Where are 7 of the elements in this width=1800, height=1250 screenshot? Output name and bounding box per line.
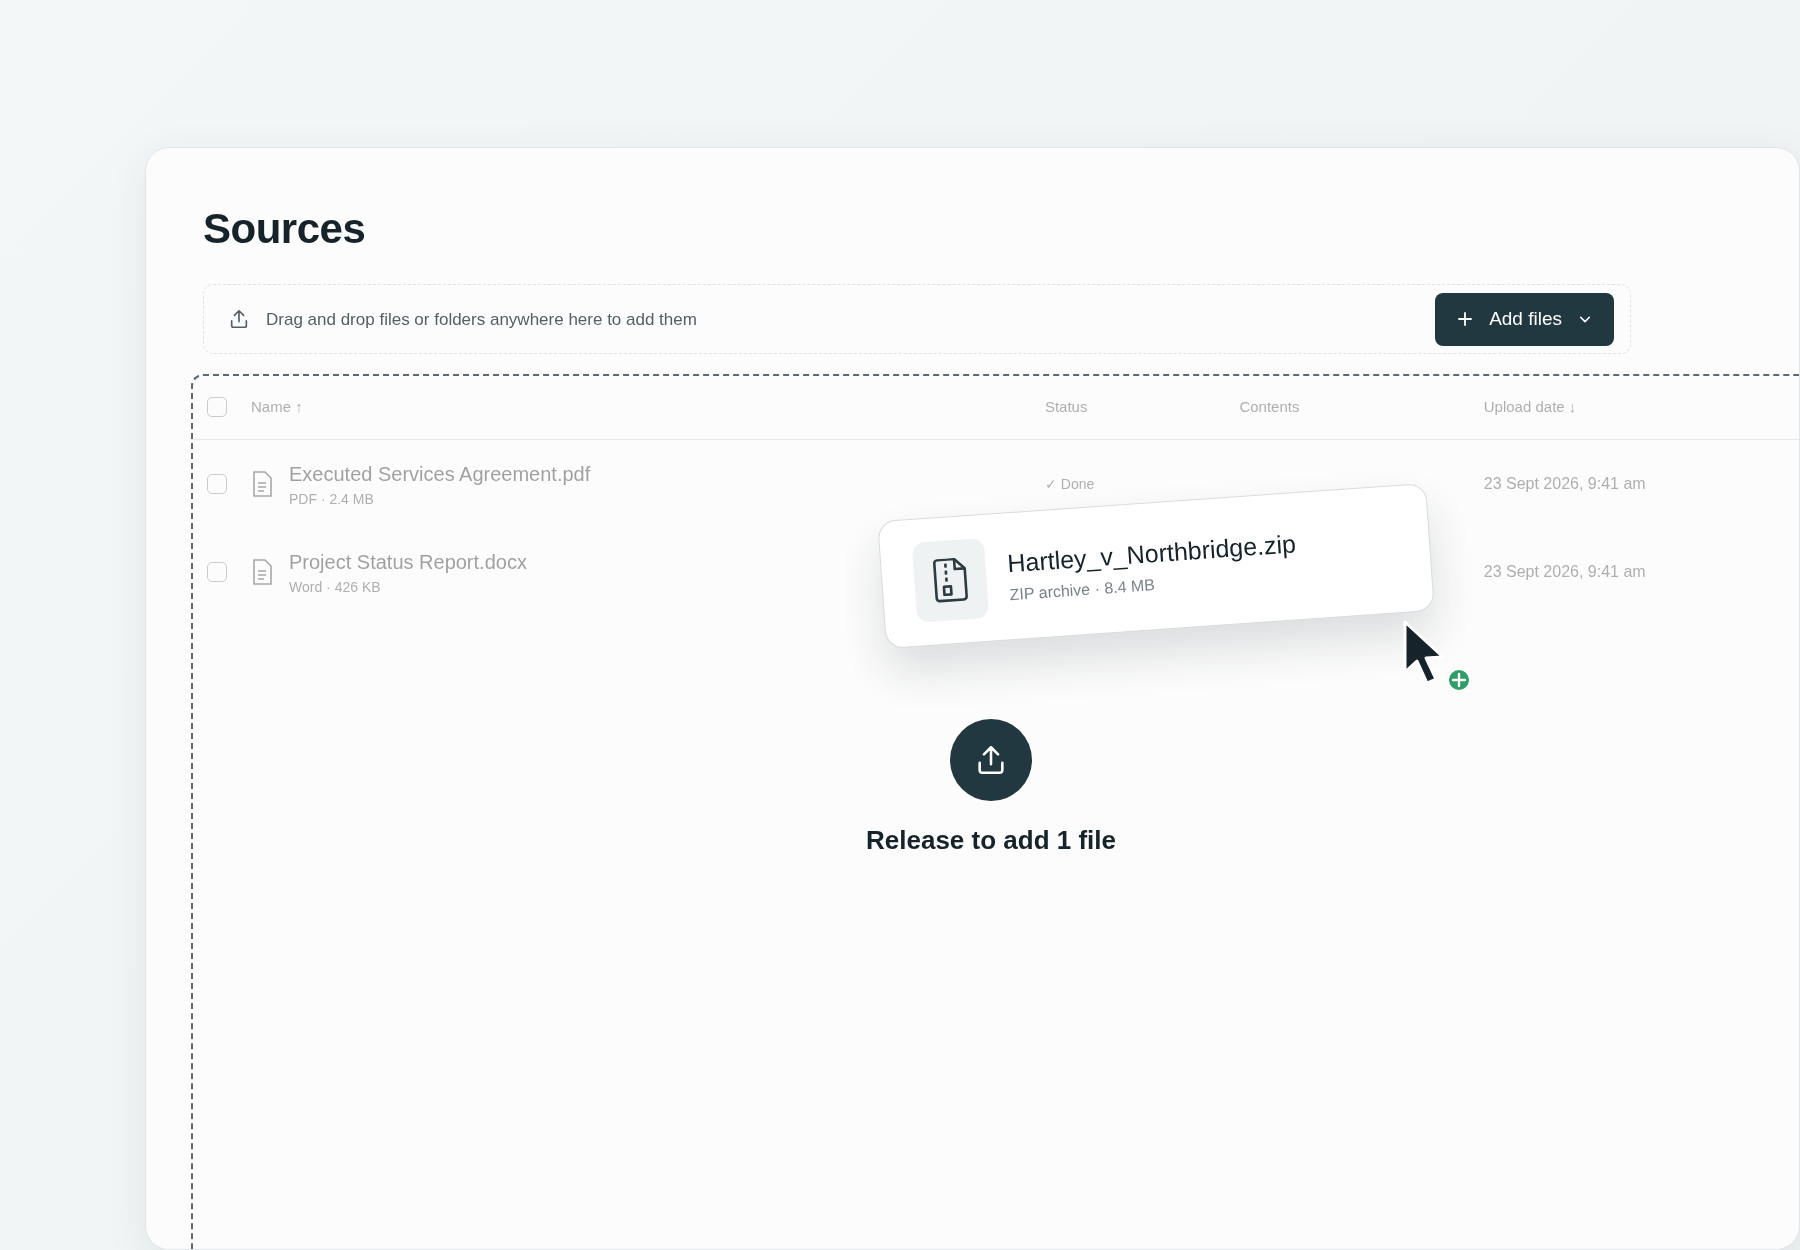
upload-date: 23 Sept 2026, 9:41 am xyxy=(1483,563,1646,581)
page-title: Sources xyxy=(203,204,367,254)
upload-date: 23 Sept 2026, 9:41 am xyxy=(1483,475,1646,493)
release-message: Release to add 1 file xyxy=(866,824,1116,858)
file-meta: Word · 426 KB xyxy=(289,577,382,597)
file-meta: PDF · 2.4 MB xyxy=(289,489,375,509)
dropzone-hint: Drag and drop files or folders anywhere here to add them xyxy=(266,308,697,331)
